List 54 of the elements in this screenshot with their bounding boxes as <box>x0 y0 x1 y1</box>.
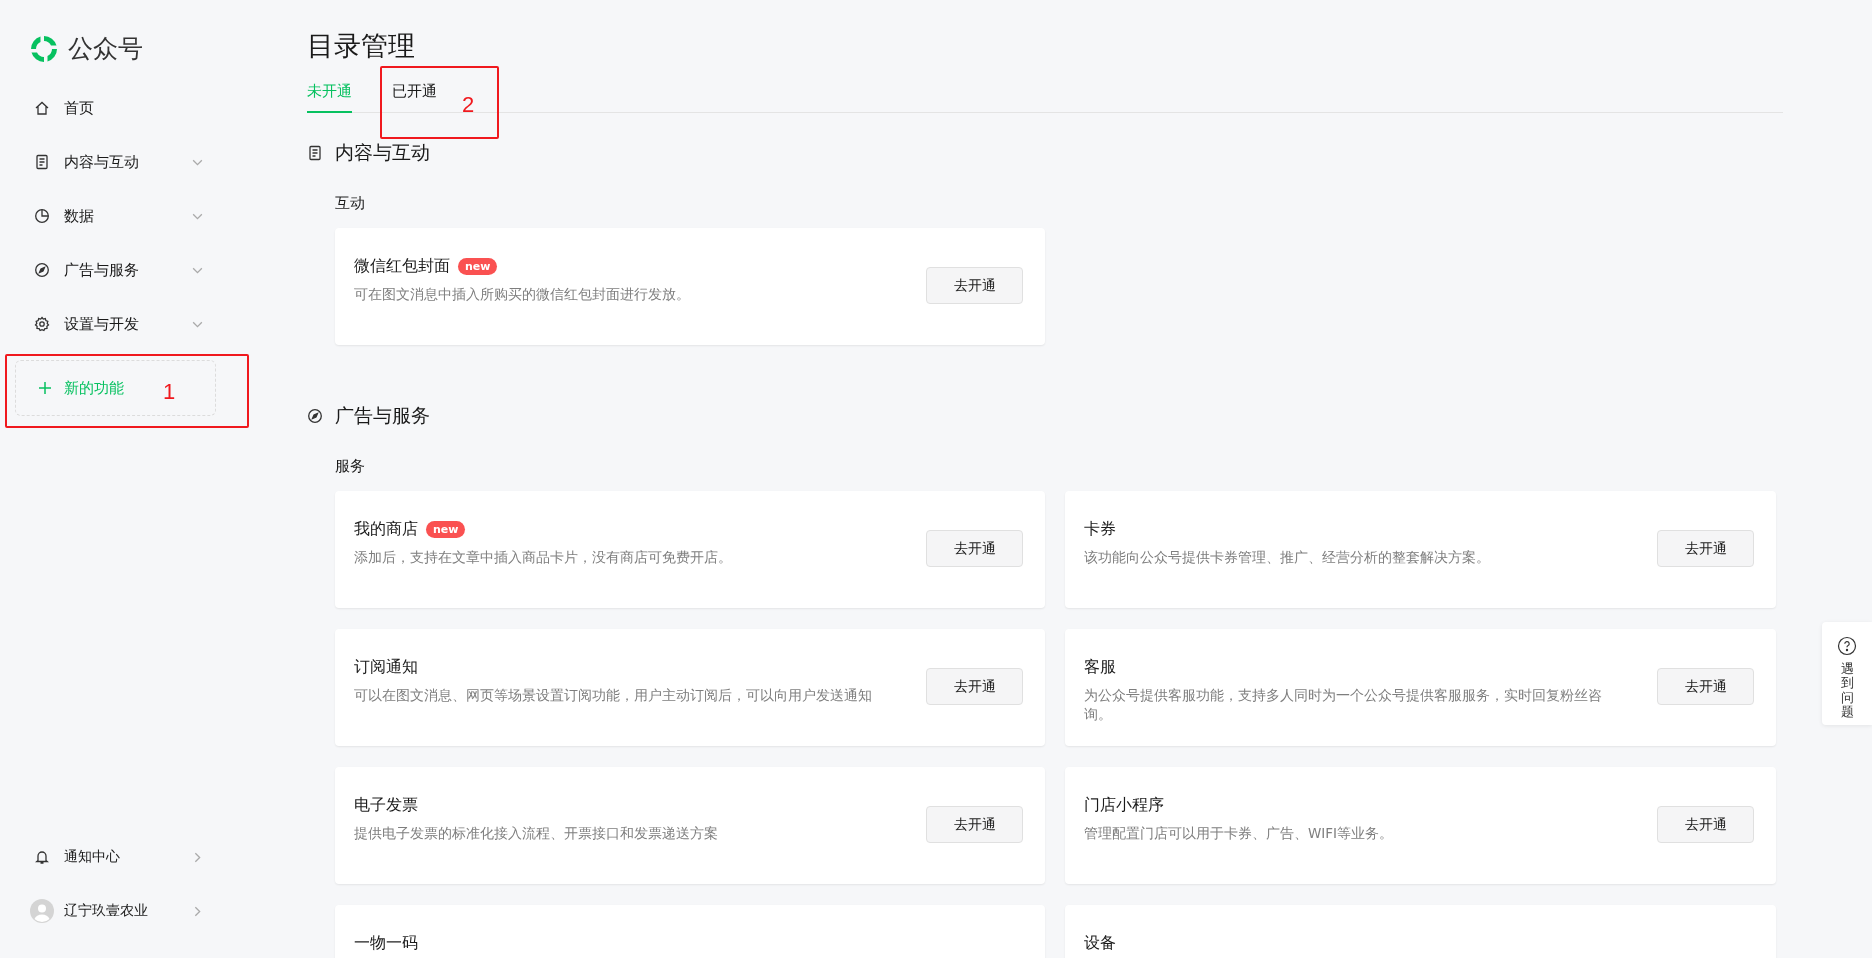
help-widget[interactable]: 遇到问题 <box>1822 622 1872 725</box>
page-title: 目录管理 <box>307 29 416 63</box>
activate-button[interactable]: 去开通 <box>926 668 1023 705</box>
group-title: 互动 <box>335 194 366 213</box>
nav-item[interactable]: 广告与服务 <box>0 243 236 297</box>
tab[interactable]: 已开通 <box>392 82 437 113</box>
feature-description: 可在图文消息中插入所购买的微信红包封面进行发放。 <box>354 285 690 304</box>
annotation-number: 1 <box>163 379 176 405</box>
feature-description: 管理配置门店可以用于卡券、广告、WIFI等业务。 <box>1084 824 1394 843</box>
account-item[interactable]: 辽宁玖壹农业 <box>0 884 236 938</box>
section-title: 内容与互动 <box>335 140 430 165</box>
nav-item[interactable]: 首页 <box>0 81 236 135</box>
plus-icon <box>38 381 52 395</box>
compass-icon <box>307 408 323 424</box>
feature-title: 微信红包封面 <box>354 256 450 277</box>
group-title: 服务 <box>335 457 366 476</box>
feature-description: 提供电子发票的标准化接入流程、开票接口和发票递送方案 <box>354 824 718 843</box>
new-badge: new <box>458 258 498 275</box>
section-title: 广告与服务 <box>335 403 430 428</box>
nav-item[interactable]: 设置与开发 <box>0 297 236 351</box>
feature-description: 添加后，支持在文章中插入商品卡片，没有商店可免费开店。 <box>354 548 732 567</box>
help-label: 遇到问题 <box>1840 662 1854 720</box>
document-icon <box>307 145 323 161</box>
activate-button[interactable]: 去开通 <box>926 267 1023 304</box>
feature-title: 一物一码 <box>354 933 418 954</box>
avatar-icon <box>30 899 54 923</box>
feature-title: 我的商店 <box>354 519 418 540</box>
activate-button[interactable]: 去开通 <box>1657 668 1754 705</box>
help-icon <box>1837 636 1857 656</box>
bell-icon <box>34 849 50 865</box>
home-icon <box>34 100 50 116</box>
pie-chart-icon <box>34 208 50 224</box>
activate-button[interactable]: 去开通 <box>926 806 1023 843</box>
compass-icon <box>34 262 50 278</box>
feature-description: 可以在图文消息、网页等场景设置订阅功能，用户主动订阅后，可以向用户发送通知 <box>354 686 872 705</box>
document-icon <box>34 154 50 170</box>
annotation-number: 2 <box>462 92 475 118</box>
feature-title: 卡券 <box>1084 519 1116 540</box>
feature-title: 客服 <box>1084 657 1116 678</box>
nav-item[interactable]: 数据 <box>0 189 236 243</box>
activate-button[interactable]: 去开通 <box>926 530 1023 567</box>
settings-icon <box>34 316 50 332</box>
feature-description: 为公众号提供客服功能，支持多人同时为一个公众号提供客服服务，实时回复粉丝咨询。 <box>1084 686 1603 724</box>
activate-button[interactable]: 去开通 <box>1657 530 1754 567</box>
feature-title: 订阅通知 <box>354 657 418 678</box>
activate-button[interactable]: 去开通 <box>1657 806 1754 843</box>
new-badge: new <box>426 521 466 538</box>
app-name: 公众号 <box>68 33 143 65</box>
feature-title: 电子发票 <box>354 795 418 816</box>
feature-description: 该功能向公众号提供卡券管理、推广、经营分析的整套解决方案。 <box>1084 548 1490 567</box>
feature-title: 门店小程序 <box>1084 795 1164 816</box>
notifications-item[interactable]: 通知中心 <box>0 830 236 884</box>
feature-title: 设备 <box>1084 933 1116 954</box>
nav-item[interactable]: 内容与互动 <box>0 135 236 189</box>
